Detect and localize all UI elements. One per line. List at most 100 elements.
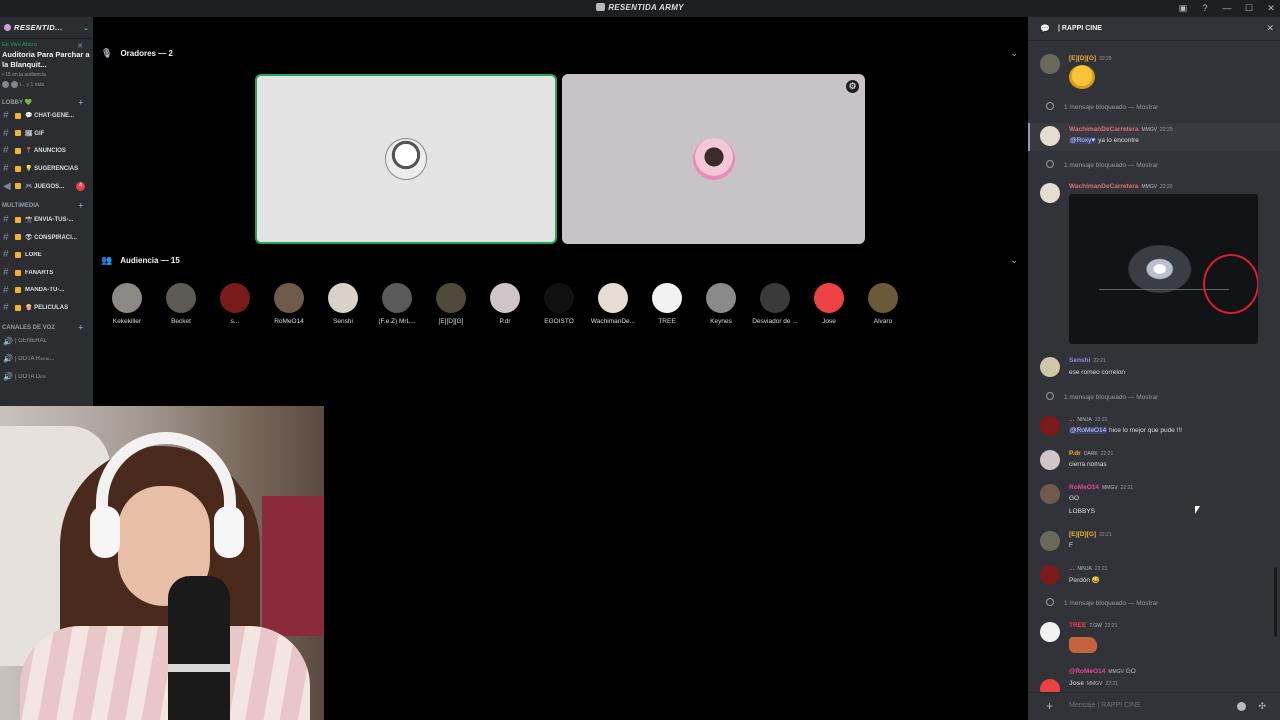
username[interactable]: WachimanDeCarretera [1069,126,1138,133]
audience-member[interactable]: TREE [640,283,694,325]
username[interactable]: TREE [1069,622,1086,629]
audience-member[interactable]: [E][D][G] [424,283,478,325]
avatar[interactable] [652,283,682,313]
chevron-down-icon[interactable]: ⌄ [1010,255,1018,266]
audience-member[interactable]: (F.e.Z) MrL... [370,283,424,325]
category-voice[interactable]: CANALES DE VOZ + [0,323,93,333]
blocked-message[interactable]: 1 mensaje bloqueado — Mostrar [1046,160,1158,169]
audience-member[interactable]: Desviador de ... [748,283,802,325]
avatar[interactable] [868,283,898,313]
channel-item[interactable]: # 📍 ANUNCIOS [0,142,93,160]
channel-item[interactable]: ◀ 🎮 JUEGOS... 4 [0,177,93,195]
channel-item[interactable]: # 💬 CHAT-GENE... [0,107,93,125]
chat-scrollbar[interactable] [1274,567,1277,637]
message-input[interactable]: Mensaje | RAPPI CINE [1069,702,1141,709]
server-header[interactable]: RESENTID... ⌄ [0,17,93,39]
audience-member[interactable]: s... [208,283,262,325]
close-icon[interactable]: ✕ [77,42,83,50]
add-channel-icon[interactable]: + [78,201,83,210]
channel-item[interactable]: # 👽 CONSPIRACI... [0,229,93,247]
avatar[interactable] [328,283,358,313]
chevron-down-icon[interactable]: ⌄ [83,24,89,32]
maximize-icon[interactable]: ☐ [1244,2,1254,14]
emoji-icon[interactable] [1237,702,1246,711]
avatar[interactable] [760,283,790,313]
avatar[interactable] [1040,357,1060,377]
show-blocked-link[interactable]: Mostrar [1136,600,1158,607]
channel-item[interactable]: # MANDA-TU-... [0,281,93,299]
avatar[interactable] [544,283,574,313]
reply-reference[interactable]: @RoMeO14 MMGV GO [1069,668,1136,675]
avatar[interactable] [220,283,250,313]
help-icon[interactable]: ? [1200,2,1210,14]
avatar[interactable] [814,283,844,313]
close-icon[interactable]: ✕ [1266,23,1274,34]
avatar[interactable] [1040,565,1060,585]
channel-item[interactable]: # 💡 SUGERENCIAS [0,160,93,178]
avatar[interactable] [1040,484,1060,504]
category-multimedia[interactable]: MULTIMEDIA + [0,201,93,211]
live-stage-card[interactable]: En Vivo Ahora ✕ Auditoria Para Parchar a… [0,39,93,91]
mention[interactable]: @Roxy♥ [1069,137,1097,144]
voice-channel-item[interactable]: 🔊 | DOTA Radia... [0,350,93,368]
add-attachment-icon[interactable]: + [1046,699,1053,713]
show-blocked-link[interactable]: Mostrar [1136,104,1158,111]
chevron-down-icon[interactable]: ⌄ [1010,48,1018,59]
add-channel-icon[interactable]: + [78,323,83,332]
audience-header[interactable]: 👥 Audiencia — 15 [101,255,180,266]
channel-item[interactable]: # 📸 ENVIA-TUS-... [0,211,93,229]
username[interactable]: @RoMeO14 [1069,668,1105,675]
audience-member[interactable]: Keynes [694,283,748,325]
channel-item[interactable]: # FANARTS [0,264,93,282]
avatar[interactable] [1040,54,1060,74]
avatar[interactable] [274,283,304,313]
audience-member[interactable]: EGOISTO [532,283,586,325]
mention[interactable]: @RoMeO14 [1069,427,1108,434]
channel-item[interactable]: # LORE [0,246,93,264]
avatar[interactable] [382,283,412,313]
username[interactable]: P.dr [1069,450,1081,457]
minimize-icon[interactable]: — [1222,2,1232,14]
audience-member[interactable]: Jose [802,283,856,325]
username[interactable]: [E][D][G] [1069,55,1096,62]
avatar[interactable] [706,283,736,313]
username[interactable]: ... [1069,416,1074,423]
avatar[interactable] [112,283,142,313]
channel-item[interactable]: # 🖼 GIF [0,125,93,143]
speaker-tile[interactable]: ⚙ [562,74,865,244]
blocked-message[interactable]: 1 mensaje bloqueado — Mostrar [1046,392,1158,401]
avatar[interactable] [1040,183,1060,203]
avatar[interactable] [1040,126,1060,146]
message-composer[interactable]: + Mensaje | RAPPI CINE ✣ [1028,692,1280,720]
audience-member[interactable]: Senshi [316,283,370,325]
video-embed[interactable] [1069,194,1258,344]
audience-member[interactable]: RoMeO14 [262,283,316,325]
gear-icon[interactable]: ⚙ [846,80,859,93]
username[interactable]: ... [1069,565,1074,572]
avatar[interactable] [436,283,466,313]
blocked-message[interactable]: 1 mensaje bloqueado — Mostrar [1046,102,1158,111]
avatar[interactable] [1040,531,1060,551]
voice-channel-item[interactable]: 🔊 | GENERAL [0,333,93,351]
close-window-icon[interactable]: ✕ [1266,2,1276,14]
audience-member[interactable]: Becket [154,283,208,325]
show-blocked-link[interactable]: Mostrar [1136,162,1158,169]
avatar[interactable] [598,283,628,313]
audience-member[interactable]: Kekekiller [100,283,154,325]
blocked-message[interactable]: 1 mensaje bloqueado — Mostrar [1046,598,1158,607]
speakers-header[interactable]: 🎙 Oradores — 2 [101,48,173,59]
show-blocked-link[interactable]: Mostrar [1136,394,1158,401]
audience-member[interactable]: Alvaro [856,283,910,325]
avatar[interactable] [1040,416,1060,436]
avatar[interactable] [166,283,196,313]
username[interactable]: WachimanDeCarretera [1069,183,1138,190]
audience-member[interactable]: WachimanDe... [586,283,640,325]
channel-item[interactable]: # 🍿 PELICULAS [0,299,93,317]
username[interactable]: [E][D][G] [1069,531,1096,538]
username[interactable]: Senshi [1069,357,1090,364]
screen-share-icon[interactable]: ▣ [1178,2,1188,14]
apps-icon[interactable]: ✣ [1258,701,1266,712]
category-lobby[interactable]: LOBBY 💚 + [0,97,93,107]
avatar[interactable] [490,283,520,313]
username[interactable]: RoMeO14 [1069,484,1099,491]
